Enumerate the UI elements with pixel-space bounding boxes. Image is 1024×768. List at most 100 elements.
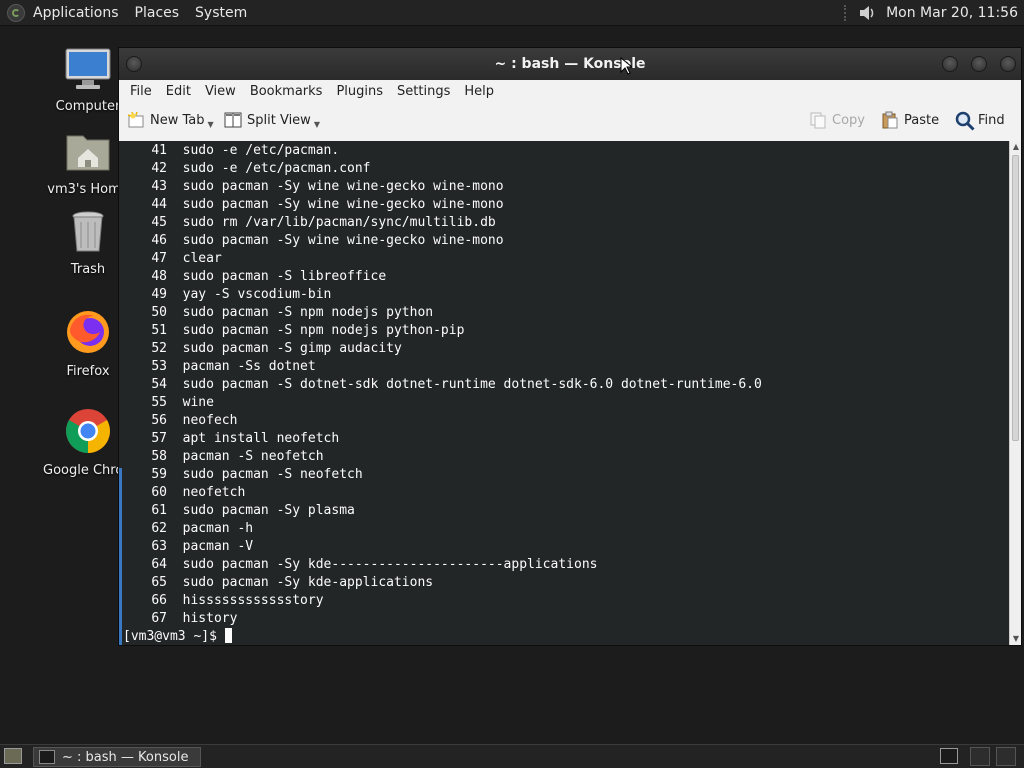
history-number: 51 (151, 323, 167, 338)
history-command: sudo pacman -Sy plasma (182, 503, 355, 518)
find-button[interactable]: Find (955, 111, 1005, 131)
chevron-down-icon: ▼ (207, 119, 214, 129)
history-number: 46 (151, 233, 167, 248)
scroll-down-arrow[interactable]: ▼ (1011, 634, 1021, 644)
history-line: 46 sudo pacman -Sy wine wine-gecko wine-… (125, 232, 504, 250)
history-line: 63 pacman -V (125, 538, 253, 556)
paste-icon (881, 111, 899, 129)
history-line: 48 sudo pacman -S libreoffice (125, 268, 386, 286)
workspace-1[interactable] (970, 747, 990, 766)
distro-logo-icon[interactable] (7, 3, 25, 22)
terminal-view[interactable]: 41 sudo -e /etc/pacman. 42 sudo -e /etc/p… (119, 141, 1009, 645)
history-line: 57 apt install neofetch (125, 430, 339, 448)
terminal-focus-indicator (119, 468, 122, 645)
scroll-up-arrow[interactable]: ▲ (1011, 142, 1021, 152)
taskbar-item-label: ~ : bash — Konsole (62, 749, 189, 765)
history-command: sudo rm /var/lib/pacman/sync/multilib.db (182, 215, 496, 230)
menu-view[interactable]: View (205, 84, 236, 99)
menu-file[interactable]: File (130, 84, 152, 99)
menu-applications[interactable]: Applications (33, 5, 119, 21)
history-command: sudo pacman -S gimp audacity (182, 341, 402, 356)
clock[interactable]: Mon Mar 20, 11:56 (886, 5, 1018, 21)
maximize-button[interactable] (971, 56, 987, 72)
history-line: 55 wine (125, 394, 214, 412)
split-view-button[interactable]: Split View ▼ (224, 111, 320, 129)
menu-edit[interactable]: Edit (166, 84, 191, 99)
menu-settings[interactable]: Settings (397, 84, 450, 99)
history-command: clear (182, 251, 222, 266)
panel-tray: Mon Mar 20, 11:56 (844, 0, 1018, 26)
history-number: 60 (151, 485, 167, 500)
window-menu-button[interactable] (126, 56, 142, 72)
scrollbar-thumb[interactable] (1012, 155, 1019, 441)
copy-label: Copy (832, 112, 865, 128)
history-command: sudo pacman -Sy kde---------------------… (182, 557, 598, 572)
history-command: sudo pacman -S libreoffice (182, 269, 387, 284)
history-command: yay -S vscodium-bin (182, 287, 332, 302)
terminal-icon (39, 750, 55, 764)
volume-icon[interactable] (858, 5, 876, 21)
menu-bookmarks[interactable]: Bookmarks (250, 84, 323, 99)
window-titlebar[interactable]: ~ : bash — Konsole (119, 48, 1021, 80)
history-number: 67 (151, 611, 167, 626)
top-panel: Applications Places System Mon Mar 20, 1… (0, 0, 1024, 26)
history-number: 41 (151, 143, 167, 158)
terminal-launcher-icon[interactable] (940, 748, 958, 764)
history-line: 56 neofech (125, 412, 237, 430)
history-number: 42 (151, 161, 167, 176)
history-command: sudo -e /etc/pacman. (182, 143, 340, 158)
text-cursor (224, 628, 232, 643)
close-button[interactable] (1000, 56, 1016, 72)
history-line: 50 sudo pacman -S npm nodejs python (125, 304, 433, 322)
history-number: 56 (151, 413, 167, 428)
history-command: history (182, 611, 238, 626)
copy-button[interactable]: Copy (809, 111, 865, 129)
history-number: 57 (151, 431, 167, 446)
find-label: Find (978, 112, 1005, 128)
history-line: 66 hisssssssssssstory (125, 592, 323, 610)
history-command: sudo pacman -Sy wine wine-gecko wine-mon… (182, 179, 504, 194)
konsole-window: ~ : bash — Konsole File Edit View Bookma… (118, 47, 1022, 646)
history-line: 47 clear (125, 250, 222, 268)
history-number: 65 (151, 575, 167, 590)
history-number: 54 (151, 377, 167, 392)
new-tab-button[interactable]: New Tab ▼ (127, 111, 214, 129)
history-number: 49 (151, 287, 167, 302)
history-command: sudo pacman -Sy wine wine-gecko wine-mon… (182, 197, 504, 212)
history-number: 63 (151, 539, 167, 554)
menu-system[interactable]: System (195, 5, 247, 21)
menubar: File Edit View Bookmarks Plugins Setting… (119, 80, 1021, 102)
shell-prompt: [vm3@vm3 ~]$ (123, 629, 225, 644)
copy-icon (809, 111, 827, 129)
menu-help[interactable]: Help (464, 84, 494, 99)
history-command: pacman -V (182, 539, 254, 554)
history-command: sudo pacman -Sy kde-applications (182, 575, 434, 590)
history-number: 45 (151, 215, 167, 230)
terminal-scrollbar[interactable]: ▲ ▼ (1009, 141, 1021, 645)
history-line: 58 pacman -S neofetch (125, 448, 324, 466)
workspace-2[interactable] (996, 747, 1016, 766)
history-command: sudo pacman -Sy wine wine-gecko wine-mon… (182, 233, 504, 248)
history-number: 59 (151, 467, 167, 482)
history-number: 43 (151, 179, 167, 194)
prompt-line[interactable]: [vm3@vm3 ~]$ (123, 628, 232, 645)
show-desktop-icon[interactable] (4, 748, 22, 764)
history-line: 52 sudo pacman -S gimp audacity (125, 340, 402, 358)
menu-places[interactable]: Places (135, 5, 180, 21)
paste-button[interactable]: Paste (881, 111, 939, 129)
history-command: pacman -S neofetch (182, 449, 324, 464)
history-command: neofetch (182, 485, 246, 500)
history-line: 62 pacman -h (125, 520, 253, 538)
history-number: 64 (151, 557, 167, 572)
history-line: 53 pacman -Ss dotnet (125, 358, 315, 376)
history-line: 41 sudo -e /etc/pacman. (125, 142, 339, 160)
history-command: neofech (182, 413, 238, 428)
history-command: sudo pacman -S dotnet-sdk dotnet-runtime… (182, 377, 762, 392)
history-number: 66 (151, 593, 167, 608)
paste-label: Paste (904, 112, 940, 128)
minimize-button[interactable] (942, 56, 958, 72)
history-number: 52 (151, 341, 167, 356)
menu-plugins[interactable]: Plugins (336, 84, 383, 99)
taskbar-item-konsole[interactable]: ~ : bash — Konsole (33, 747, 201, 767)
history-number: 53 (151, 359, 167, 374)
